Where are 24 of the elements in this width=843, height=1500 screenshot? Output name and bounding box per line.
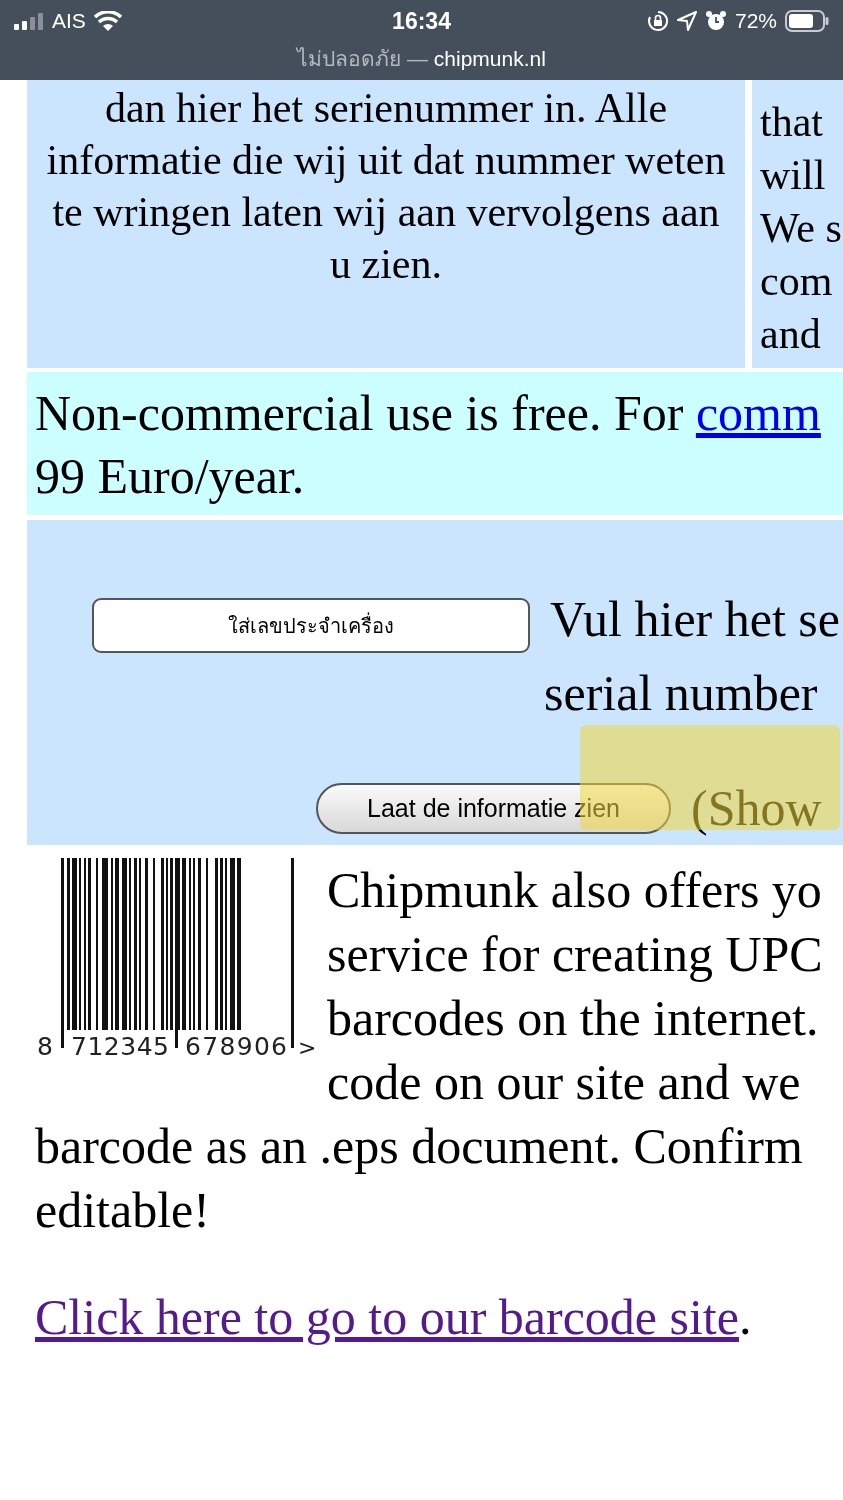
show-info-button[interactable]: Laat de informatie zien [316,782,671,834]
prompt-text: serial number [544,664,818,723]
battery-icon [785,10,829,32]
barcode-site-link[interactable]: Click here to go to our barcode site [35,1289,739,1345]
show-text: (Show [691,779,822,838]
signal-icon [14,12,44,30]
clock-time: 16:34 [392,7,451,35]
carrier-name: AIS [52,9,86,33]
commercial-link[interactable]: comm [695,385,821,441]
address-bar-url[interactable]: ไม่ปลอดภัย — chipmunk.nl [297,42,546,75]
wifi-icon [93,11,122,31]
barcode-drawing: 8 712345 678906 > [35,858,321,1058]
paragraph: Non-commercial use is free. For comm 99 Euro/year. [35,384,822,506]
paragraph: barcode as an .eps document. Confirm editable! [35,1117,804,1240]
period-text: . [738,1289,752,1345]
prompt-text: Vul hier het se [550,589,840,649]
paragraph: Chipmunk also offers yo service for creating UPC barcodes on the internet. code on our site and we [327,861,823,1112]
alarm-clock-icon [705,10,727,32]
paragraph: that will We s com and [760,98,843,359]
rotation-lock-icon [647,10,669,32]
location-arrow-icon [677,11,697,31]
paragraph: dan hier het serienummer in. Alle informatie die wij uit dat nummer weten te wringen laten wij aan vervolgens aan u zien. [45,84,727,289]
serial-input-field[interactable]: ใส่เลขประจำเครื่อง [92,598,530,653]
battery-percent: 72% [735,9,777,33]
